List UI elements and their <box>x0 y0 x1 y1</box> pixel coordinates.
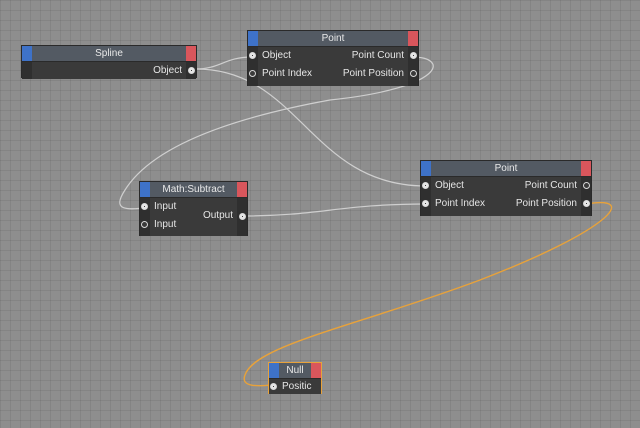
port-label: Input <box>154 219 177 230</box>
input-tab[interactable] <box>248 31 258 46</box>
port-label: Object <box>262 50 291 61</box>
port-row-object: Object <box>22 62 196 79</box>
point-node-2-header[interactable]: Point <box>421 161 591 177</box>
input-port-point-index[interactable] <box>249 70 256 77</box>
input-port-input-2[interactable] <box>141 221 148 228</box>
port-label: Point Count <box>351 50 404 61</box>
null-node-header[interactable]: Null <box>269 363 321 379</box>
input-port-object[interactable] <box>249 52 256 59</box>
input-tab[interactable] <box>269 363 279 378</box>
input-port-point-index[interactable] <box>422 200 429 207</box>
port-row-1: Object Point Count <box>421 177 591 195</box>
port-label: Point Position <box>342 68 404 79</box>
point-node-1[interactable]: Point Object Point Count Point Index Poi… <box>247 30 419 86</box>
point-node-2-title: Point <box>494 163 518 174</box>
input-tab[interactable] <box>421 161 431 176</box>
port-label: Positic <box>282 381 312 392</box>
output-port-point-position[interactable] <box>583 200 590 207</box>
point-node-1-header[interactable]: Point <box>248 31 418 47</box>
port-label: Point Position <box>515 198 577 209</box>
output-tab[interactable] <box>311 363 321 378</box>
wire-spline-to-point1-object[interactable] <box>195 56 253 70</box>
port-label: Object <box>153 65 182 76</box>
input-port-position[interactable] <box>270 383 277 390</box>
output-tab[interactable] <box>581 161 591 176</box>
wire-spline-to-point2-object[interactable] <box>195 68 427 187</box>
port-row-2: Point Index Point Position <box>421 195 591 213</box>
port-row-1: Object Point Count <box>248 47 418 65</box>
output-port-object[interactable] <box>188 67 195 74</box>
null-node-title: Null <box>286 365 304 376</box>
port-label: Object <box>435 180 464 191</box>
port-label: Input <box>154 201 177 212</box>
port-label: Point Index <box>262 68 313 79</box>
math-subtract-node-header[interactable]: Math:Subtract <box>140 182 247 198</box>
math-subtract-node[interactable]: Math:Subtract Input Input Output <box>139 181 248 236</box>
input-port-input-1[interactable] <box>141 203 148 210</box>
spline-node-header[interactable]: Spline <box>22 46 196 62</box>
null-node[interactable]: Null Positic <box>268 362 322 394</box>
point-node-1-title: Point <box>321 33 345 44</box>
port-row-position: Positic <box>269 379 321 394</box>
port-label: Output <box>202 210 233 221</box>
output-tab[interactable] <box>408 31 418 46</box>
output-port-output[interactable] <box>239 213 246 220</box>
output-port-point-count[interactable] <box>583 182 590 189</box>
input-tab[interactable] <box>140 182 150 197</box>
input-port-object[interactable] <box>422 182 429 189</box>
input-tab[interactable] <box>22 46 32 61</box>
wire-subtract-to-point2-index[interactable] <box>241 203 427 217</box>
wire-point2-position-to-null[interactable] <box>243 201 613 387</box>
math-subtract-node-title: Math:Subtract <box>162 184 225 195</box>
port-label: Point Count <box>524 180 577 191</box>
output-tab[interactable] <box>186 46 196 61</box>
output-tab[interactable] <box>237 182 247 197</box>
spline-node[interactable]: Spline Object <box>21 45 197 79</box>
spline-node-title: Spline <box>95 48 123 59</box>
port-label: Point Index <box>435 198 486 209</box>
output-port-point-count[interactable] <box>410 52 417 59</box>
point-node-2[interactable]: Point Object Point Count Point Index Poi… <box>420 160 592 216</box>
port-row-2: Point Index Point Position <box>248 65 418 83</box>
output-port-point-position[interactable] <box>410 70 417 77</box>
